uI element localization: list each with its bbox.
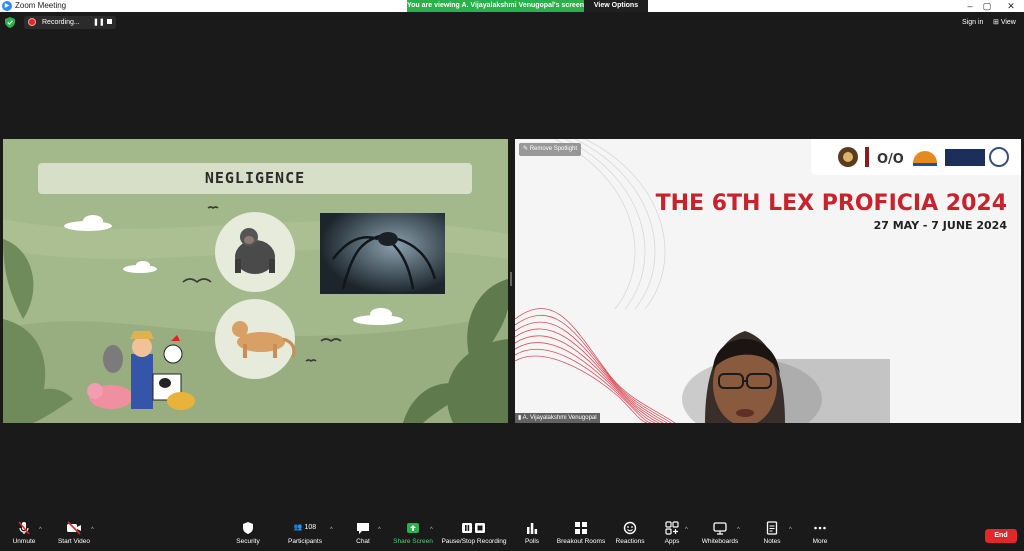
view-button-label: View <box>1000 19 1016 26</box>
encryption-shield-icon[interactable] <box>5 17 15 28</box>
more-label: More <box>812 538 828 545</box>
participants-icon: 👥 <box>293 524 303 531</box>
muted-microphone-icon <box>18 521 30 535</box>
breakout-rooms-grid-icon <box>575 522 587 534</box>
chat-label: Chat <box>356 538 370 545</box>
meeting-controls-bar <box>0 517 1024 551</box>
pause-stop-recording-button[interactable]: Pause/Stop Recording <box>441 521 507 546</box>
video-options-caret-icon[interactable]: ^ <box>91 527 94 533</box>
recording-dot-icon <box>28 18 36 26</box>
audio-options-caret-icon[interactable]: ^ <box>39 527 42 533</box>
participants-label: Participants <box>288 538 322 545</box>
breakout-rooms-label: Breakout Rooms <box>556 538 606 545</box>
apps-label: Apps <box>664 538 680 545</box>
speaker-background-artwork <box>515 139 890 423</box>
reactions-label: Reactions <box>615 538 645 545</box>
more-button[interactable]: More <box>808 521 832 546</box>
chat-bubble-icon <box>357 523 369 534</box>
view-options-button[interactable]: View Options <box>584 0 648 12</box>
notes-button[interactable]: Notes <box>760 521 784 546</box>
view-button[interactable]: ⊞ View <box>993 17 1016 29</box>
end-meeting-button[interactable]: End <box>985 529 1017 543</box>
share-screen-label: Share Screen <box>393 538 433 545</box>
apps-button[interactable]: Apps <box>660 521 684 546</box>
notes-caret-icon[interactable]: ^ <box>789 527 792 533</box>
chat-button[interactable]: Chat <box>350 521 376 546</box>
zoom-logo-icon: ▶ <box>2 1 12 11</box>
participants-count: 108 <box>304 524 317 531</box>
apps-caret-icon[interactable]: ^ <box>685 527 688 533</box>
pause-stop-recording-label: Pause/Stop Recording <box>441 538 507 545</box>
participant-name-tag: ▮ A. Vijayalakshmi Venugopal <box>515 413 600 423</box>
remove-spotlight-button[interactable]: ✎ Remove Spotlight <box>519 143 582 156</box>
participant-name: A. Vijayalakshmi Venugopal <box>522 415 597 421</box>
start-video-button[interactable]: Start Video <box>54 521 94 546</box>
security-label: Security <box>236 538 260 545</box>
notes-icon <box>766 521 778 535</box>
notes-label: Notes <box>763 538 781 545</box>
unmute-button[interactable]: Unmute <box>8 521 40 546</box>
whiteboards-label: Whiteboards <box>701 538 739 545</box>
stop-recording-icon[interactable] <box>107 19 112 24</box>
recording-controls-icons <box>441 521 507 535</box>
partner-logo-strip: O/O <box>811 139 1021 175</box>
pin-icon: ✎ <box>523 146 530 152</box>
pause-stop-icon <box>462 523 485 533</box>
shared-screen-tile[interactable]: NEGLIGENCE <box>3 139 508 423</box>
video-off-icon <box>67 521 81 535</box>
more-dots-icon <box>814 526 826 530</box>
participants-button[interactable]: 👥 108 Participants <box>284 521 326 546</box>
reactions-smiley-icon <box>623 521 637 535</box>
conference-title: THE 6TH LEX PROFICIA 2024 <box>655 191 1007 216</box>
partner-logos: O/O <box>838 147 1009 167</box>
whiteboard-icon <box>713 522 727 535</box>
sign-in-link[interactable]: Sign in <box>962 17 983 29</box>
polls-label: Polls <box>524 538 540 545</box>
conference-dates: 27 MAY - 7 JUNE 2024 <box>873 219 1007 232</box>
reactions-button[interactable]: Reactions <box>612 521 648 546</box>
close-icon[interactable]: ✕ <box>996 0 1024 12</box>
whiteboards-button[interactable]: Whiteboards <box>699 521 741 546</box>
breakout-rooms-button[interactable]: Breakout Rooms <box>556 521 606 546</box>
share-screen-button[interactable]: Share Screen <box>392 521 434 546</box>
whiteboards-caret-icon[interactable]: ^ <box>737 527 740 533</box>
polls-bar-chart-icon <box>527 523 538 534</box>
speaker-video-tile[interactable]: O/O ✎ Remove Spotlight THE 6TH LEX PROFI… <box>515 139 1021 423</box>
window-title: Zoom Meeting <box>15 1 67 10</box>
polls-button[interactable]: Polls <box>520 521 544 546</box>
participants-caret-icon[interactable]: ^ <box>330 527 333 533</box>
apps-icon <box>665 521 679 535</box>
chat-caret-icon[interactable]: ^ <box>378 527 381 533</box>
security-shield-icon <box>243 522 253 534</box>
tile-resize-handle[interactable] <box>510 272 512 286</box>
screen-share-banner: You are viewing A. Vijayalakshmi Venugop… <box>407 0 584 12</box>
participants-icon-group: 👥 108 <box>284 521 326 535</box>
recording-label: Recording... <box>42 19 80 26</box>
share-screen-icon <box>407 523 419 533</box>
share-screen-caret-icon[interactable]: ^ <box>430 527 433 533</box>
unmute-label: Unmute <box>12 538 36 545</box>
svg-text:O/O: O/O <box>877 152 904 167</box>
security-button[interactable]: Security <box>230 521 266 546</box>
grid-icon: ⊞ <box>993 19 1001 26</box>
pause-recording-icon[interactable]: ❚❚ <box>93 18 105 27</box>
meeting-top-bar <box>0 12 1024 34</box>
start-video-label: Start Video <box>57 538 91 545</box>
slide-title: NEGLIGENCE <box>204 169 306 187</box>
remove-spotlight-label: Remove Spotlight <box>529 146 578 152</box>
